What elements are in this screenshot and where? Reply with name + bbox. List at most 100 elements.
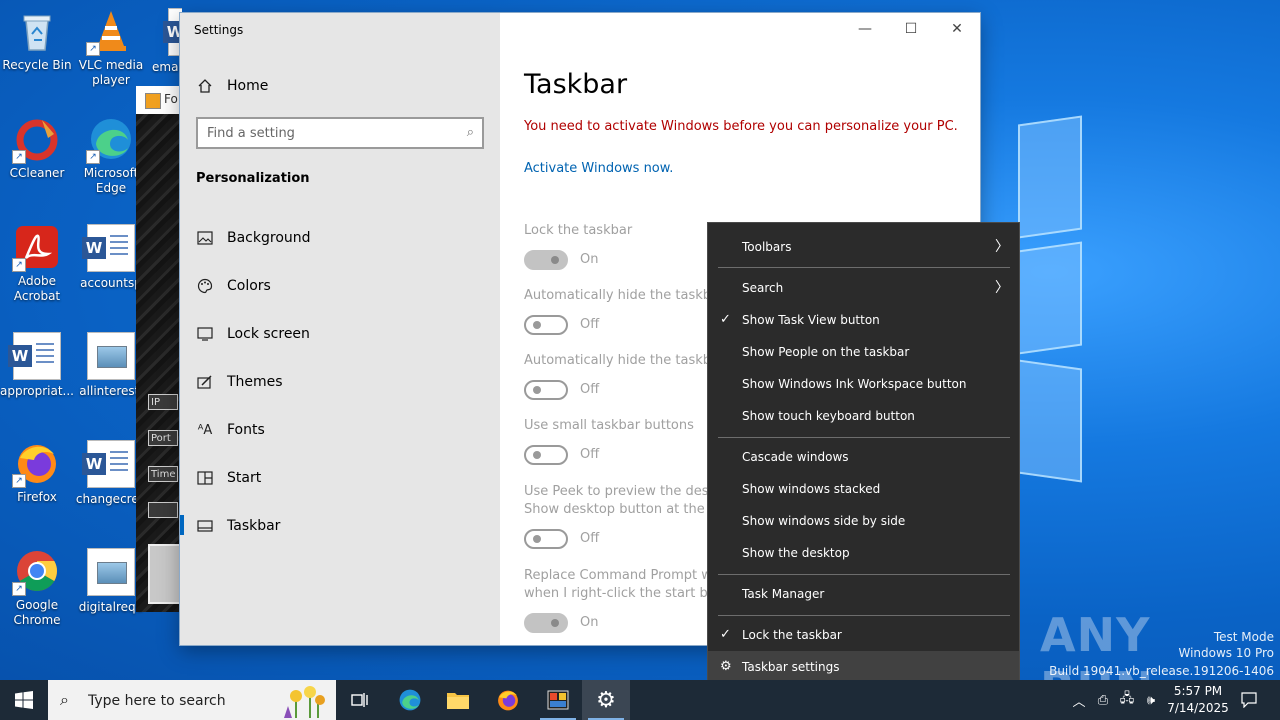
app-window-icon	[547, 690, 569, 710]
tray-volume-icon[interactable]: 🕪	[1140, 680, 1162, 720]
activate-windows-link[interactable]: Activate Windows now.	[524, 161, 673, 176]
background-window-titlebar[interactable]: Fo	[136, 86, 180, 114]
toggle-state: Off	[580, 317, 600, 332]
network-icon: 🖧	[1119, 691, 1135, 706]
toggle-autohide-tablet[interactable]	[524, 380, 568, 400]
toggle-small-buttons[interactable]	[524, 445, 568, 465]
search-icon: ⌕	[60, 690, 69, 709]
nav-home[interactable]: Home	[196, 74, 268, 98]
menu-item-toolbars[interactable]: Toolbars 〉	[708, 231, 1019, 263]
chevron-right-icon: 〉	[995, 239, 1009, 255]
tray-network-icon[interactable]: 🖧	[1116, 680, 1138, 720]
taskbar-app-button[interactable]	[534, 680, 582, 720]
watermark-test-mode: Test Mode	[1213, 630, 1274, 644]
find-setting-search-box[interactable]: ⌕	[196, 117, 484, 149]
taskbar-file-explorer-button[interactable]	[434, 680, 482, 720]
show-hidden-icons-button[interactable]: ︿	[1068, 680, 1090, 720]
shortcut-arrow-icon: ↗	[12, 258, 26, 272]
toggle-autohide-desktop[interactable]	[524, 315, 568, 335]
desktop-icon-google-chrome[interactable]: ↗ Google Chrome	[0, 548, 74, 628]
desktop-icon-ccleaner[interactable]: ↗ CCleaner	[0, 116, 74, 181]
menu-item-windows-side-by-side[interactable]: Show windows side by side	[708, 505, 1019, 537]
image-file-icon	[87, 548, 135, 596]
action-center-button[interactable]	[1234, 680, 1264, 720]
watermark-edition: Windows 10 Pro	[1178, 646, 1274, 660]
desktop-icon-firefox[interactable]: ↗ Firefox	[0, 440, 74, 505]
menu-item-windows-stacked[interactable]: Show windows stacked	[708, 473, 1019, 505]
taskbar-search-box[interactable]: ⌕	[48, 680, 336, 720]
setting-label-replace-cmd-line2: when I right-click the start bu	[524, 586, 716, 601]
edge-icon	[399, 689, 421, 711]
desktop-icon-vlc[interactable]: ↗ VLC media player	[74, 8, 148, 88]
setting-label-replace-cmd: Replace Command Prompt wi	[524, 568, 716, 583]
setting-label-peek-line2: Show desktop button at the e	[524, 502, 717, 517]
windows-logo-wallpaper	[1010, 115, 1280, 540]
ip-field[interactable]: IP	[148, 394, 178, 410]
toggle-peek[interactable]	[524, 529, 568, 549]
nav-item-lock-screen[interactable]: Lock screen	[196, 322, 310, 346]
time-field[interactable]: Time	[148, 466, 178, 482]
menu-item-cascade-windows[interactable]: Cascade windows	[708, 441, 1019, 473]
shortcut-arrow-icon: ↗	[12, 150, 26, 164]
clock-time: 5:57 PM	[1173, 684, 1223, 698]
nav-item-background[interactable]: Background	[196, 226, 311, 250]
nav-item-taskbar[interactable]: Taskbar	[196, 514, 280, 538]
taskbar-search-input[interactable]	[86, 688, 270, 714]
menu-item-taskbar-settings[interactable]: ⚙ Taskbar settings	[708, 651, 1019, 683]
watermark-build: Build 19041.vb_release.191206-1406	[1049, 664, 1274, 678]
shortcut-arrow-icon: ↗	[86, 150, 100, 164]
app-icon	[145, 93, 161, 109]
chevron-up-icon: ︿	[1072, 694, 1086, 710]
menu-item-show-task-view[interactable]: ✓ Show Task View button	[708, 304, 1019, 336]
extra-field[interactable]	[148, 502, 178, 518]
font-icon: ᴬA	[197, 422, 213, 438]
clock-date: 7/14/2025	[1167, 701, 1229, 715]
nav-item-themes[interactable]: Themes	[196, 370, 283, 394]
menu-item-show-ink-workspace[interactable]: Show Windows Ink Workspace button	[708, 368, 1019, 400]
menu-item-task-manager[interactable]: Task Manager	[708, 578, 1019, 610]
setting-label-autohide-tablet: Automatically hide the taskbar	[524, 353, 725, 368]
image-icon	[196, 229, 214, 247]
start-button[interactable]	[0, 680, 48, 720]
search-input[interactable]	[198, 119, 447, 147]
menu-separator	[718, 574, 1010, 575]
toggle-replace-cmd[interactable]	[524, 613, 568, 633]
desktop-icon-adobe-acrobat[interactable]: ↗ Adobe Acrobat	[0, 224, 74, 304]
search-icon[interactable]: ⌕	[467, 125, 474, 140]
desktop-icon-recycle-bin[interactable]: Recycle Bin	[0, 8, 74, 73]
task-view-icon	[351, 693, 368, 707]
menu-item-search[interactable]: Search 〉	[708, 272, 1019, 304]
desktop-icon-email[interactable]: W email	[148, 8, 182, 75]
speaker-icon: 🕪	[1146, 692, 1156, 708]
menu-separator	[718, 437, 1010, 438]
port-field[interactable]: Port	[148, 430, 178, 446]
background-app-window[interactable]: Fo IP Port Time	[136, 86, 180, 612]
menu-item-lock-taskbar[interactable]: ✓ Lock the taskbar	[708, 619, 1019, 651]
shortcut-arrow-icon: ↗	[86, 42, 100, 56]
tray-device-icon[interactable]: ⎙	[1092, 680, 1114, 720]
gear-icon: ⚙	[596, 687, 616, 713]
desktop-icon-appropriat[interactable]: W appropriat...	[0, 332, 74, 399]
word-document-icon: W	[8, 332, 61, 380]
nav-item-fonts[interactable]: ᴬA Fonts	[196, 418, 265, 442]
toggle-lock-taskbar[interactable]	[524, 250, 568, 270]
taskbar-firefox-button[interactable]	[484, 680, 532, 720]
ccleaner-icon: ↗	[12, 116, 60, 164]
menu-item-show-desktop[interactable]: Show the desktop	[708, 537, 1019, 569]
nav-item-colors[interactable]: Colors	[196, 274, 271, 298]
shortcut-arrow-icon: ↗	[12, 582, 26, 596]
checkmark-icon: ✓	[720, 312, 731, 327]
chevron-right-icon: 〉	[995, 280, 1009, 296]
nav-item-start[interactable]: Start	[196, 466, 261, 490]
notification-icon	[1241, 692, 1257, 708]
menu-item-show-touch-keyboard[interactable]: Show touch keyboard button	[708, 400, 1019, 432]
taskbar-settings-button[interactable]: ⚙	[582, 680, 630, 720]
task-view-button[interactable]	[336, 680, 384, 720]
page-title: Taskbar	[524, 69, 628, 100]
taskbar-edge-button[interactable]	[386, 680, 434, 720]
nav-section-personalization: Personalization	[196, 171, 310, 186]
device-icon: ⎙	[1097, 692, 1109, 708]
toggle-state: On	[580, 615, 599, 630]
taskbar-clock[interactable]: 5:57 PM 7/14/2025	[1160, 683, 1236, 717]
menu-item-show-people[interactable]: Show People on the taskbar	[708, 336, 1019, 368]
